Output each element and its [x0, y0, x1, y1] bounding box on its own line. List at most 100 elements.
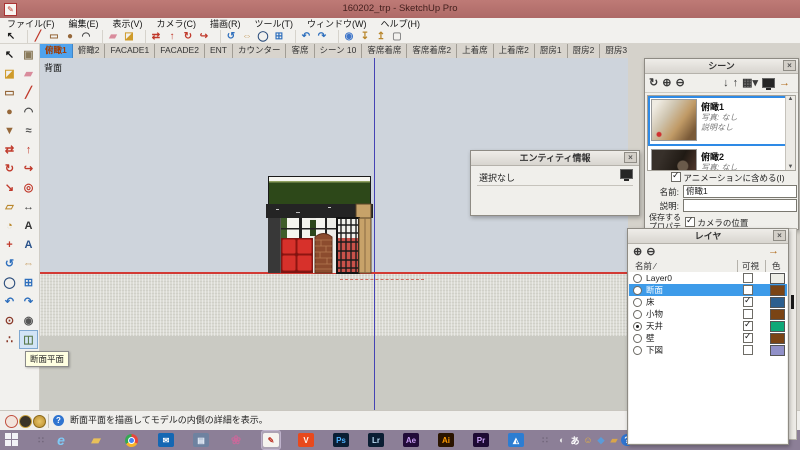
- make-component-tool[interactable]: ▣: [19, 45, 38, 64]
- animation-checkbox-row[interactable]: アニメーションに含める(I): [671, 172, 799, 184]
- axes-tool[interactable]: +: [0, 235, 19, 254]
- animation-checkbox[interactable]: [671, 172, 681, 182]
- 3d-text-tool[interactable]: A: [19, 235, 38, 254]
- layer-visible-checkbox[interactable]: [743, 345, 753, 355]
- circle-tool[interactable]: ●: [0, 102, 19, 121]
- toggle-details-icon[interactable]: [620, 169, 633, 179]
- layer-color-swatch[interactable]: [770, 285, 785, 296]
- scene-item-俯瞰2[interactable]: 俯瞰2写真: なし説明なし: [648, 146, 795, 171]
- polygon-tool[interactable]: ▼: [0, 121, 19, 140]
- layer-current-radio[interactable]: [633, 334, 642, 343]
- layer-color-swatch[interactable]: [770, 273, 785, 284]
- previous-view-tool[interactable]: ↶: [0, 292, 19, 311]
- zoom-tool[interactable]: ◯: [255, 30, 271, 43]
- scrollbar[interactable]: ▲▼: [785, 96, 795, 170]
- eraser-tool[interactable]: ▰: [19, 64, 38, 83]
- taskbar-grip-2[interactable]: ∷: [542, 431, 548, 449]
- layer-visible-checkbox[interactable]: [743, 297, 753, 307]
- layer-visible-checkbox[interactable]: [743, 321, 753, 331]
- scene-tab-俯瞰1[interactable]: 俯瞰1: [40, 44, 73, 58]
- menu-item-描画(R)[interactable]: 描画(R): [203, 18, 248, 30]
- follow-me-tool[interactable]: ↪: [19, 159, 38, 178]
- slideshow-icon[interactable]: [762, 78, 775, 88]
- follow-me-tool[interactable]: ↪: [196, 30, 212, 43]
- walk-tool[interactable]: ∴: [0, 330, 19, 349]
- get-models-icon[interactable]: ↧: [357, 30, 373, 43]
- layer-current-radio[interactable]: [633, 274, 642, 283]
- scrollbar-thumb[interactable]: [791, 295, 794, 309]
- arc-tool[interactable]: ◠: [19, 102, 38, 121]
- vray-icon[interactable]: V: [297, 431, 315, 449]
- next-view-tool[interactable]: ↷: [19, 292, 38, 311]
- layer-current-radio[interactable]: [633, 346, 642, 355]
- mail-icon[interactable]: ✉: [157, 431, 175, 449]
- zoom-extents-tool[interactable]: ⊞: [19, 273, 38, 292]
- layer-row-Layer0[interactable]: Layer0: [629, 272, 787, 284]
- move-tool[interactable]: ⇄: [145, 30, 164, 43]
- add-scene-icon[interactable]: ⊕: [662, 76, 671, 89]
- after-effects-icon[interactable]: Ae: [402, 431, 420, 449]
- share-model-icon[interactable]: ↥: [373, 30, 389, 43]
- scene-desc-field[interactable]: [683, 199, 797, 212]
- layer-color-swatch[interactable]: [770, 333, 785, 344]
- position-camera-tool[interactable]: ⊙: [0, 311, 19, 330]
- menu-item-ウィンドウ(W)[interactable]: ウィンドウ(W): [300, 18, 374, 30]
- scene-tab-上着席2[interactable]: 上着席2: [494, 44, 535, 58]
- layer-row-下図[interactable]: 下図: [629, 344, 787, 356]
- offset-tool[interactable]: ◎: [19, 178, 38, 197]
- taskbar-grip[interactable]: ∷: [38, 431, 44, 449]
- eraser-tool[interactable]: ▰: [102, 30, 121, 43]
- orbit-tool[interactable]: ↺: [220, 30, 239, 43]
- layer-current-radio[interactable]: [633, 286, 642, 295]
- paint-icon[interactable]: ❀: [227, 431, 245, 449]
- zoom-window-tool[interactable]: ⊞: [271, 30, 287, 43]
- select-tool[interactable]: ↖: [0, 45, 19, 64]
- view-options-icon[interactable]: ▦▾: [742, 76, 758, 89]
- tray-app-icon[interactable]: ◐: [556, 434, 568, 446]
- photo-viewer-icon[interactable]: ◭: [507, 431, 525, 449]
- layer-row-床[interactable]: 床: [629, 296, 787, 308]
- component-box-icon[interactable]: ▢: [389, 30, 405, 43]
- paint-bucket-tool[interactable]: ◪: [121, 30, 137, 43]
- scene-name-field[interactable]: 俯瞰1: [683, 185, 797, 198]
- pan-tool[interactable]: ⇔: [239, 30, 255, 43]
- remove-layer-icon[interactable]: ⊖: [646, 245, 655, 258]
- layer-row-壁[interactable]: 壁: [629, 332, 787, 344]
- scene-tab-客席[interactable]: 客席: [286, 44, 314, 58]
- line-tool[interactable]: ╱: [27, 30, 46, 43]
- next-view-tool[interactable]: ↷: [314, 30, 330, 43]
- scene-tab-厨房1[interactable]: 厨房1: [535, 44, 568, 58]
- close-icon[interactable]: ×: [783, 60, 796, 71]
- scene-tab-客席着席[interactable]: 客席着席: [362, 44, 407, 58]
- pan-tool[interactable]: ⇔: [19, 254, 38, 273]
- scene-tab-ENT[interactable]: ENT: [205, 44, 233, 58]
- scene-item-俯瞰1[interactable]: 俯瞰1写真: なし説明なし: [648, 96, 795, 146]
- circle-tool[interactable]: ●: [62, 30, 78, 43]
- tray-color-icon[interactable]: ☺: [582, 434, 594, 446]
- scale-tool[interactable]: ↘: [0, 178, 19, 197]
- orbit-tool[interactable]: ↺: [0, 254, 19, 273]
- section-plane-tool[interactable]: ◫: [19, 330, 38, 349]
- premiere-icon[interactable]: Pr: [472, 431, 490, 449]
- illustrator-icon[interactable]: Ai: [437, 431, 455, 449]
- remove-scene-icon[interactable]: ⊖: [675, 76, 684, 89]
- menu-item-編集(E)[interactable]: 編集(E): [62, 18, 106, 30]
- rotate-tool[interactable]: ↻: [180, 30, 196, 43]
- chrome-icon[interactable]: [122, 431, 140, 449]
- tray-blue-icon[interactable]: ◆: [595, 434, 607, 446]
- freehand-tool[interactable]: ≈: [19, 121, 38, 140]
- layer-details-arrow-icon[interactable]: →: [768, 245, 779, 257]
- menu-item-カメラ(C)[interactable]: カメラ(C): [150, 18, 204, 30]
- model-viewport[interactable]: 背面: [40, 58, 628, 410]
- rectangle-tool[interactable]: ▭: [0, 83, 19, 102]
- scene-tab-カウンター[interactable]: カウンター: [233, 44, 287, 58]
- layer-current-radio[interactable]: [633, 310, 642, 319]
- layer-color-swatch[interactable]: [770, 321, 785, 332]
- tray-gold-icon[interactable]: ▰: [608, 434, 620, 446]
- google-earth-icon[interactable]: ◉: [338, 30, 357, 43]
- start-button[interactable]: [3, 431, 21, 449]
- layer-row-天井[interactable]: 天井: [629, 320, 787, 332]
- text-tool[interactable]: A: [19, 216, 38, 235]
- lightroom-icon[interactable]: Lr: [367, 431, 385, 449]
- layer-color-swatch[interactable]: [770, 309, 785, 320]
